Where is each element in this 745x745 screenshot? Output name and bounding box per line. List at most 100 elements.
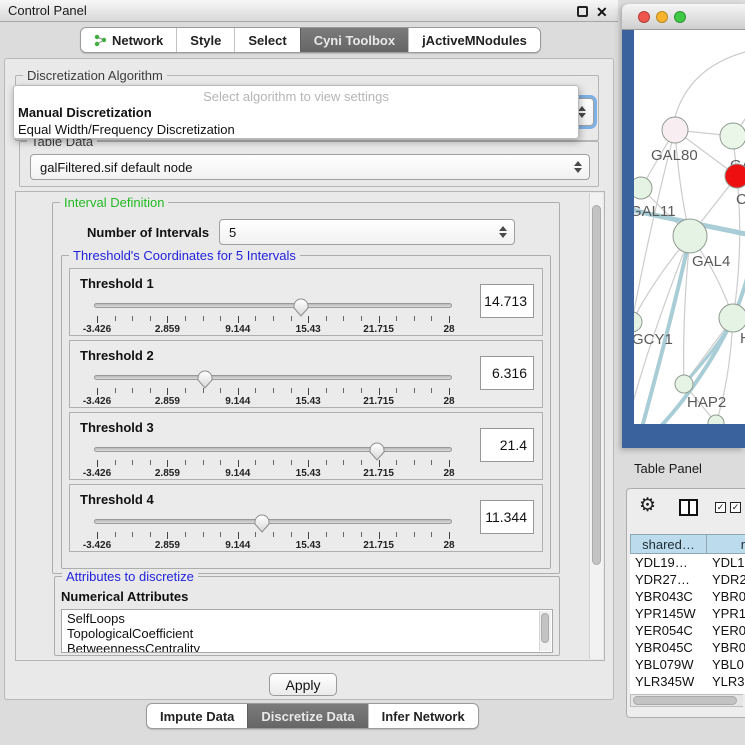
minimize-traffic-light-icon[interactable] — [656, 11, 668, 23]
slider-track[interactable] — [94, 447, 452, 452]
threshold-label: Threshold 4 — [80, 492, 154, 507]
close-icon[interactable]: ✕ — [596, 2, 608, 22]
table-cell[interactable]: YPR145W — [630, 605, 707, 622]
table-cell[interactable]: YBL079W — [630, 656, 707, 673]
column-header-name[interactable]: na — [707, 534, 745, 554]
attributes-scrollbar[interactable] — [539, 611, 551, 651]
network-node[interactable] — [675, 375, 693, 393]
table-cell[interactable]: YBR0 — [707, 639, 745, 656]
network-canvas[interactable]: GAL80GACGAL11GAL4GCY1HHAP2 — [634, 30, 745, 424]
table-row[interactable]: YDL19…YDL1 — [630, 554, 745, 571]
network-node-label: GAL80 — [651, 147, 698, 164]
column-header-shared-name[interactable]: shared… — [630, 534, 707, 554]
threshold-slider[interactable] — [94, 370, 452, 390]
network-node[interactable] — [662, 117, 688, 143]
table-cell[interactable]: YLR3 — [707, 673, 745, 690]
network-node[interactable] — [673, 219, 707, 253]
slider-thumb-icon[interactable] — [197, 370, 213, 389]
threshold-value-field[interactable]: 6.316 — [480, 356, 534, 390]
network-node-label: H — [740, 330, 745, 347]
table-cell[interactable]: YDL19… — [630, 554, 707, 571]
tab-discretize-data[interactable]: Discretize Data — [247, 704, 367, 728]
slider-thumb-icon[interactable] — [293, 298, 309, 317]
combo-stepper-icon — [499, 226, 507, 238]
gear-icon[interactable]: ⚙ — [639, 495, 656, 517]
table-panel-title: Table Panel — [634, 461, 702, 476]
table-cell[interactable]: YDR27… — [630, 571, 707, 588]
slider-track[interactable] — [94, 375, 452, 380]
apply-button[interactable]: Apply — [269, 673, 337, 696]
popup-option-manual-discretization[interactable]: Manual Discretization — [18, 105, 152, 120]
table-cell[interactable]: YDL1 — [707, 554, 745, 571]
threshold-value-field[interactable]: 14.713 — [480, 284, 534, 318]
tab-jactivemnodules[interactable]: jActiveMNodules — [408, 28, 540, 52]
table-cell[interactable]: YER0 — [707, 622, 745, 639]
network-node[interactable] — [719, 304, 745, 332]
close-traffic-light-icon[interactable] — [638, 11, 650, 23]
table-row[interactable]: YBR045CYBR0 — [630, 639, 745, 656]
control-panel-titlebar[interactable]: Control Panel — [0, 0, 618, 22]
threshold-coordinates-label: Threshold's Coordinates for 5 Intervals — [69, 248, 300, 263]
numerical-attributes-list[interactable]: SelfLoopsTopologicalCoefficientBetweenne… — [61, 609, 553, 653]
table-cell[interactable]: YER054C — [630, 622, 707, 639]
network-window-titlebar[interactable] — [622, 4, 745, 30]
network-icon — [94, 34, 107, 47]
threshold-slider[interactable] — [94, 298, 452, 318]
table-row[interactable]: YER054CYER0 — [630, 622, 745, 639]
slider-ticks — [97, 388, 449, 396]
slider-thumb-icon[interactable] — [369, 442, 385, 461]
combo-stepper-icon — [578, 106, 586, 118]
slider-track[interactable] — [94, 519, 452, 524]
table-cell[interactable]: YPR1 — [707, 605, 745, 622]
table-row[interactable]: YPR145WYPR1 — [630, 605, 745, 622]
threshold-value-field[interactable]: 11.344 — [480, 500, 534, 534]
zoom-traffic-light-icon[interactable] — [674, 11, 686, 23]
tab-network[interactable]: Network — [81, 28, 176, 52]
numerical-attributes-label: Numerical Attributes — [61, 589, 188, 604]
slider-thumb-icon[interactable] — [254, 514, 270, 533]
checkbox-icon[interactable]: ✓ — [715, 502, 726, 513]
table-cell[interactable]: YLR345W — [630, 673, 707, 690]
table-horizontal-scrollbar[interactable] — [630, 694, 743, 707]
number-of-intervals-combobox[interactable]: 5 — [219, 219, 515, 245]
table-cell[interactable]: YBR045C — [630, 639, 707, 656]
settings-vertical-scrollbar[interactable] — [589, 193, 603, 659]
tab-infer-network[interactable]: Infer Network — [368, 704, 478, 728]
threshold-value-field[interactable]: 21.4 — [480, 428, 534, 462]
network-graph: GAL80GACGAL11GAL4GCY1HHAP2 — [634, 30, 745, 424]
attribute-list-item[interactable]: TopologicalCoefficient — [62, 626, 552, 641]
tab-style[interactable]: Style — [176, 28, 234, 52]
scrollbar-thumb[interactable] — [592, 205, 601, 565]
attribute-list-item[interactable]: SelfLoops — [62, 611, 552, 626]
threshold-panels: Threshold 1 -3.4262.8599.14415.4321.7152… — [69, 268, 543, 552]
table-row[interactable]: YLR345WYLR3 — [630, 673, 745, 690]
tab-select[interactable]: Select — [234, 28, 299, 52]
network-view-window[interactable]: GAL80GACGAL11GAL4GCY1HHAP2 — [622, 4, 745, 448]
tab-impute-data[interactable]: Impute Data — [147, 704, 247, 728]
popup-option-equal-width-frequency[interactable]: Equal Width/Frequency Discretization — [18, 122, 235, 137]
split-columns-icon[interactable] — [679, 499, 698, 516]
table-row[interactable]: YBR043CYBR0 — [630, 588, 745, 605]
threshold-slider[interactable] — [94, 442, 452, 462]
threshold-label: Threshold 3 — [80, 420, 154, 435]
table-cell[interactable]: YBR043C — [630, 588, 707, 605]
tab-cyni-toolbox[interactable]: Cyni Toolbox — [300, 28, 408, 52]
table-cell[interactable]: YDR2 — [707, 571, 745, 588]
network-node[interactable] — [634, 177, 652, 199]
slider-tick-labels: -3.4262.8599.14415.4321.71528 — [97, 396, 449, 406]
network-node[interactable] — [720, 123, 745, 149]
scrollbar-thumb[interactable] — [541, 613, 549, 643]
attribute-list-item[interactable]: BetweennessCentrality — [62, 641, 552, 653]
table-cell[interactable]: YBL0 — [707, 656, 745, 673]
threshold-slider[interactable] — [94, 514, 452, 534]
network-node[interactable] — [725, 164, 745, 188]
table-cell[interactable]: YBR0 — [707, 588, 745, 605]
table-data-combobox[interactable]: galFiltered.sif default node — [30, 154, 590, 180]
checkbox-icon[interactable]: ✓ — [730, 502, 741, 513]
float-window-icon[interactable] — [577, 6, 588, 17]
table-row[interactable]: YBL079WYBL0 — [630, 656, 745, 673]
scrollbar-thumb[interactable] — [633, 696, 737, 705]
slider-track[interactable] — [94, 303, 452, 308]
table-row[interactable]: YDR27…YDR2 — [630, 571, 745, 588]
network-node[interactable] — [634, 312, 642, 332]
